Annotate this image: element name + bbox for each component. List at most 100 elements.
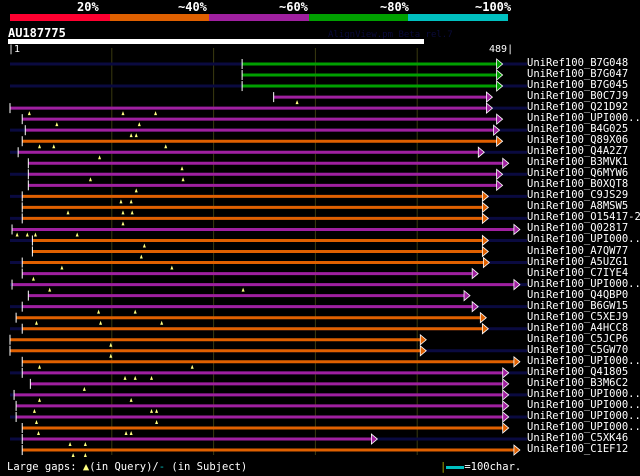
query-gap-marker — [88, 177, 92, 182]
alignment-end-arrow — [513, 223, 521, 236]
query-gap-marker — [139, 254, 143, 259]
query-gap-marker — [52, 144, 56, 149]
alignment-end-arrow — [370, 433, 379, 445]
query-gap-marker — [83, 453, 87, 458]
query-gap-marker — [150, 408, 154, 413]
alignment-end-arrow — [496, 113, 504, 126]
alignment-end-arrow — [477, 146, 485, 159]
query-gap-marker — [121, 210, 125, 215]
query-gap-marker — [34, 320, 38, 325]
query-gap-marker — [154, 111, 158, 116]
alignment-end-arrow — [502, 378, 510, 390]
query-gap-marker — [68, 442, 72, 447]
query-gap-marker — [142, 243, 146, 248]
alignment-end-arrow — [513, 278, 521, 291]
hit-label[interactable]: UniRef100_Q4QBP0 — [527, 289, 628, 301]
alignment-end-arrow — [513, 355, 521, 368]
alignment-end-arrow — [502, 422, 510, 434]
alignment-end-arrow — [481, 234, 489, 247]
query-gap-marker — [48, 287, 52, 292]
alignment-end-arrow — [496, 80, 504, 92]
hit-label[interactable]: UniRef100_UPI000.. — [527, 234, 640, 245]
hit-label[interactable]: UniRef100_C7IYE4 — [527, 267, 628, 279]
query-gap-marker — [133, 309, 137, 314]
query-gap-marker — [129, 133, 133, 138]
alignment-end-arrow — [481, 190, 489, 203]
query-gap-marker — [134, 133, 138, 138]
query-gap-marker — [38, 397, 42, 402]
query-gap-marker — [82, 386, 86, 391]
alignment-end-arrow — [481, 201, 489, 214]
alignment-end-arrow — [481, 245, 489, 258]
query-gap-marker — [121, 221, 125, 226]
query-gap-marker — [71, 453, 75, 458]
alignment-end-arrow — [496, 179, 504, 192]
alignment-end-arrow — [496, 58, 504, 70]
query-gap-marker — [129, 199, 133, 204]
query-gap-marker — [37, 430, 41, 435]
alignment-end-arrow — [471, 300, 479, 313]
query-gap-marker — [129, 430, 133, 435]
query-gap-marker — [15, 232, 19, 237]
query-gap-marker — [190, 364, 194, 369]
alignment-end-arrow — [481, 212, 489, 225]
query-gap-marker — [180, 166, 184, 171]
alignment-end-arrow — [481, 322, 489, 335]
query-gap-marker — [295, 100, 299, 105]
query-gap-marker — [25, 232, 29, 237]
query-gap-marker — [99, 320, 103, 325]
alignment-end-arrow — [471, 267, 479, 280]
query-gap-marker — [130, 210, 134, 215]
alignment-end-arrow — [486, 102, 494, 114]
alignment-end-arrow — [419, 344, 427, 357]
query-gap-marker — [170, 265, 174, 270]
query-gap-marker — [38, 364, 42, 369]
query-gap-marker — [133, 375, 137, 380]
alignment-end-arrow — [493, 124, 501, 137]
query-gap-marker — [97, 309, 101, 314]
query-gap-marker — [31, 276, 35, 281]
hit-label[interactable]: UniRef100_C1EF12 — [527, 444, 628, 455]
alignment-end-arrow — [513, 444, 521, 456]
query-gap-marker — [98, 155, 102, 160]
hit-label[interactable]: UniRef100_A7QW77 — [527, 245, 628, 257]
query-gap-marker — [55, 122, 59, 127]
query-gap-marker — [155, 419, 159, 424]
query-gap-marker — [121, 111, 125, 116]
alignment-end-arrow — [496, 69, 504, 81]
query-gap-marker — [241, 287, 245, 292]
alignment-end-arrow — [419, 333, 427, 346]
query-gap-marker — [83, 442, 87, 447]
alignment-end-arrow — [463, 289, 471, 302]
hit-label[interactable]: UniRef100_UPI000.. — [527, 278, 640, 290]
alignment-end-arrow — [502, 389, 510, 401]
query-gap-marker — [66, 210, 70, 215]
query-gap-marker — [119, 199, 123, 204]
hit-label[interactable]: UniRef100_A5UZG1 — [527, 256, 628, 268]
alignment-end-arrow — [502, 400, 510, 412]
query-gap-marker — [164, 144, 168, 149]
alignment-end-arrow — [479, 311, 487, 324]
query-gap-marker — [155, 408, 159, 413]
gap-legend: Large gaps: ▲(in Query)/- (in Subject) — [7, 461, 248, 473]
alignment-end-arrow — [482, 256, 490, 269]
query-gap-marker — [160, 320, 164, 325]
alignment-end-arrow — [496, 135, 504, 148]
hit-label[interactable]: UniRef100_B6GW15 — [527, 300, 628, 312]
query-gap-marker — [150, 375, 154, 380]
query-gap-marker — [38, 144, 42, 149]
alignment-end-arrow — [496, 168, 504, 181]
query-gap-marker — [34, 419, 38, 424]
query-gap-marker — [32, 408, 36, 413]
alignment-end-arrow — [502, 157, 510, 170]
query-gap-marker — [129, 397, 133, 402]
query-gap-marker — [181, 177, 185, 182]
alignment-end-arrow — [502, 366, 510, 379]
scale-legend: | =100char. — [440, 461, 522, 473]
query-gap-marker — [123, 375, 127, 380]
query-gap-marker — [27, 111, 31, 116]
query-gap-marker — [137, 122, 141, 127]
query-gap-marker — [134, 188, 138, 193]
query-gap-marker — [75, 232, 79, 237]
alignment-end-arrow — [502, 411, 510, 423]
